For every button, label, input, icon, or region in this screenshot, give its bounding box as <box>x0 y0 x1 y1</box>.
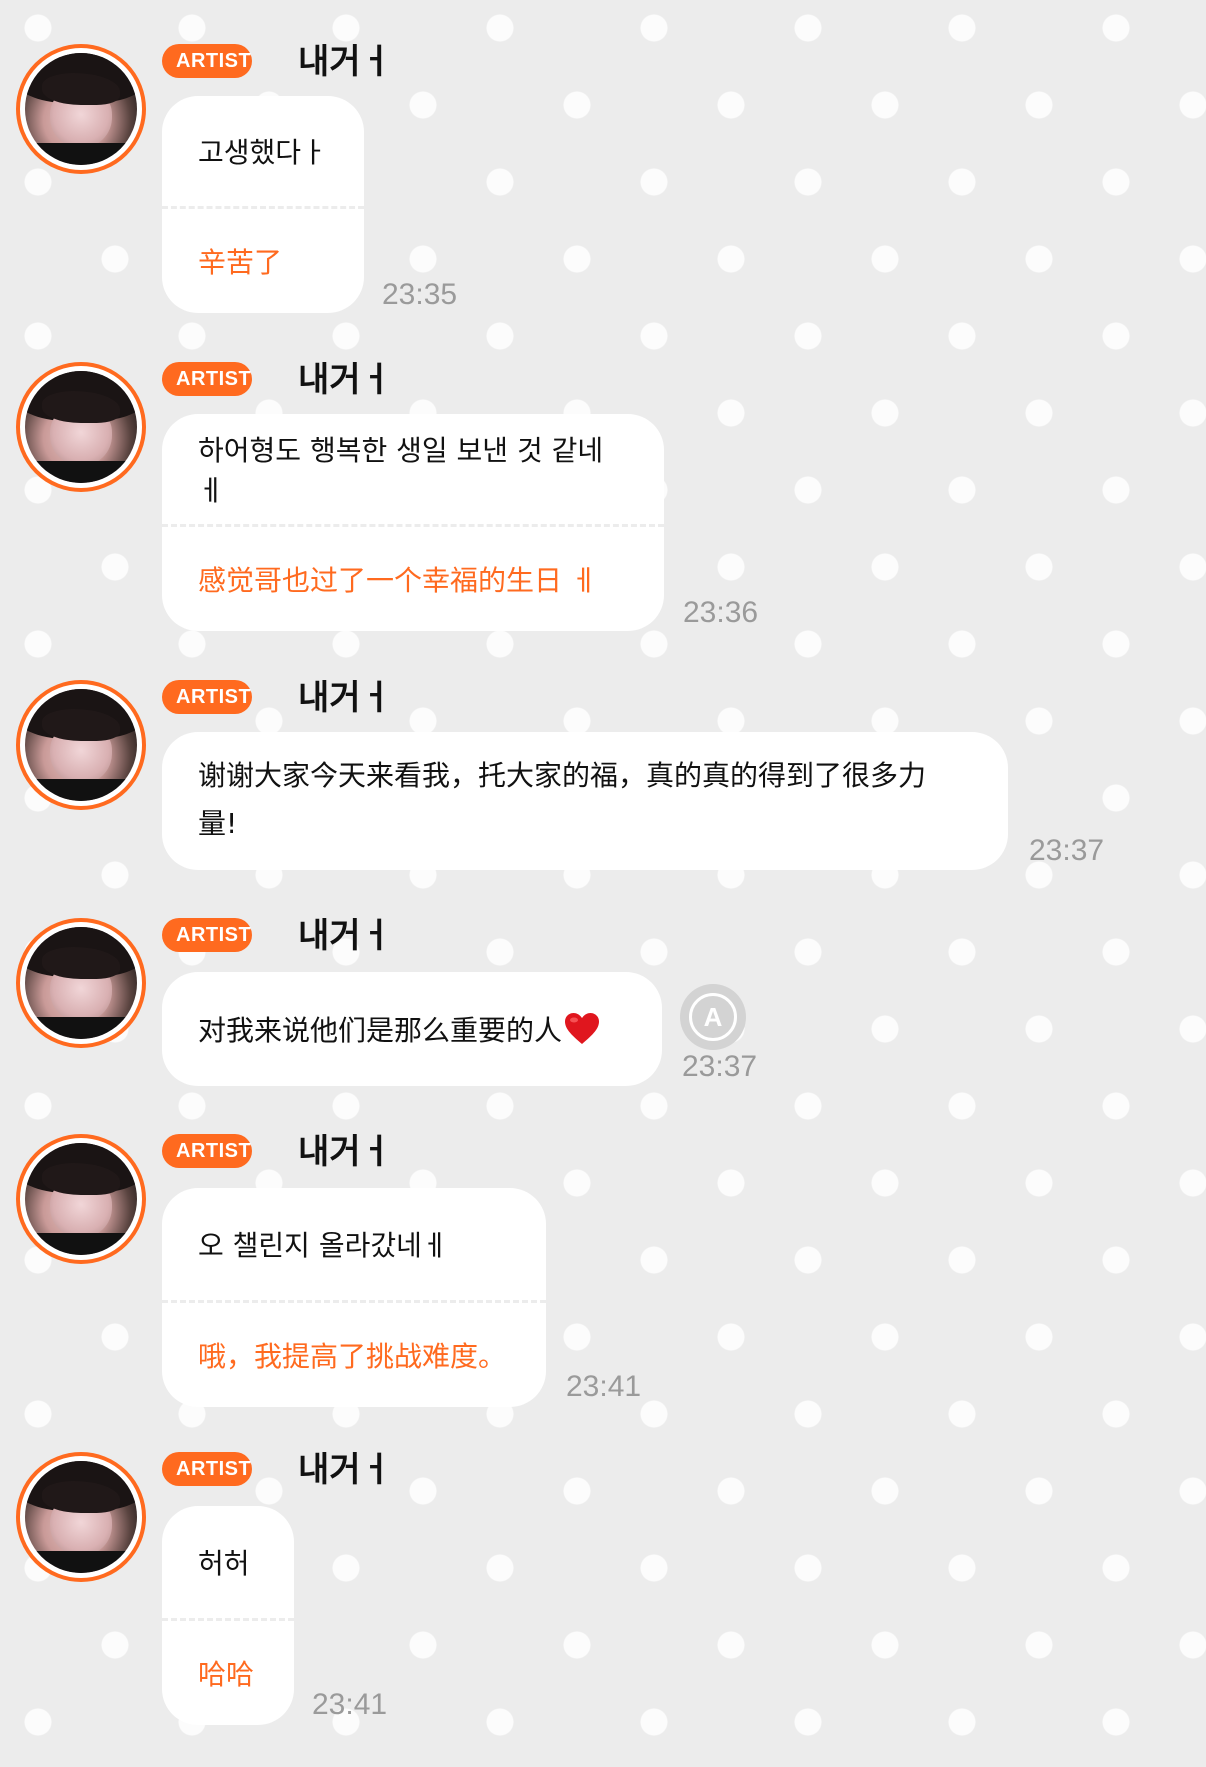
message-timestamp: 23:41 <box>566 1370 642 1403</box>
message-translation-text: 哈哈 <box>198 1658 255 1691</box>
red-heart-icon <box>565 1013 600 1044</box>
artist-badge: ARTIST <box>162 1134 252 1168</box>
artist-badge: ARTIST <box>162 918 252 952</box>
avatar[interactable] <box>16 362 146 492</box>
sender-name: 내거ㅓ <box>298 1450 392 1490</box>
avatar[interactable] <box>16 1452 146 1582</box>
sender-name: 내거ㅓ <box>298 1132 392 1172</box>
sender-name: 내거ㅓ <box>298 360 392 400</box>
avatar[interactable] <box>16 680 146 810</box>
artist-badge: ARTIST <box>162 362 252 396</box>
message-timestamp: 23:36 <box>683 596 759 629</box>
sender-name: 내거ㅓ <box>298 678 392 718</box>
message-original-text: 오 챌린지 올라갔네ㅔ <box>198 1229 448 1262</box>
message-timestamp: 23:35 <box>382 278 458 311</box>
message-bubble[interactable]: 하어형도 행복한 생일 보낸 것 같네ㅔ 感觉哥也过了一个幸福的生日 ㅔ <box>162 414 664 631</box>
message-translation-text: 感觉哥也过了一个幸福的生日 ㅔ <box>198 564 597 597</box>
artist-badge: ARTIST <box>162 1452 252 1486</box>
artist-badge: ARTIST <box>162 44 252 78</box>
sender-name: 내거ㅓ <box>298 916 392 956</box>
avatar[interactable] <box>16 1134 146 1264</box>
artist-badge: ARTIST <box>162 680 252 714</box>
message-timestamp: 23:37 <box>1029 834 1105 867</box>
message-bubble[interactable]: 谢谢大家今天来看我，托大家的福，真的真的得到了很多力 量! <box>162 732 1008 870</box>
message-translation-text: 哦，我提高了挑战难度。 <box>198 1340 507 1373</box>
message-original-text: 对我来说他们是那么重要的人 <box>198 1014 563 1047</box>
avatar[interactable] <box>16 44 146 174</box>
message-original-text: 하어형도 행복한 생일 보낸 것 같네ㅔ <box>198 434 604 507</box>
message-timestamp: 23:37 <box>682 1050 758 1083</box>
avatar[interactable] <box>16 918 146 1048</box>
message-bubble[interactable]: 오 챌린지 올라갔네ㅔ 哦，我提高了挑战难度。 <box>162 1188 546 1407</box>
translate-button[interactable]: A <box>680 984 746 1050</box>
message-bubble[interactable]: 고생했다ㅏ 辛苦了 <box>162 96 364 313</box>
message-original-text: 고생했다ㅏ <box>198 136 327 169</box>
message-original-text-line2: 量! <box>198 807 238 840</box>
sender-name: 내거ㅓ <box>298 42 392 82</box>
message-original-text-line1: 谢谢大家今天来看我，托大家的福，真的真的得到了很多力 <box>198 759 927 792</box>
message-original-text-row: 对我来说他们是那么重要的人 <box>162 972 662 1086</box>
message-bubble[interactable]: 허허 哈哈 <box>162 1506 294 1725</box>
message-translation-text: 辛苦了 <box>198 246 283 279</box>
message-original-text: 허허 <box>198 1547 250 1580</box>
message-timestamp: 23:41 <box>312 1688 388 1721</box>
message-bubble[interactable]: 对我来说他们是那么重要的人 <box>162 972 662 1086</box>
translate-icon: A <box>689 993 737 1041</box>
